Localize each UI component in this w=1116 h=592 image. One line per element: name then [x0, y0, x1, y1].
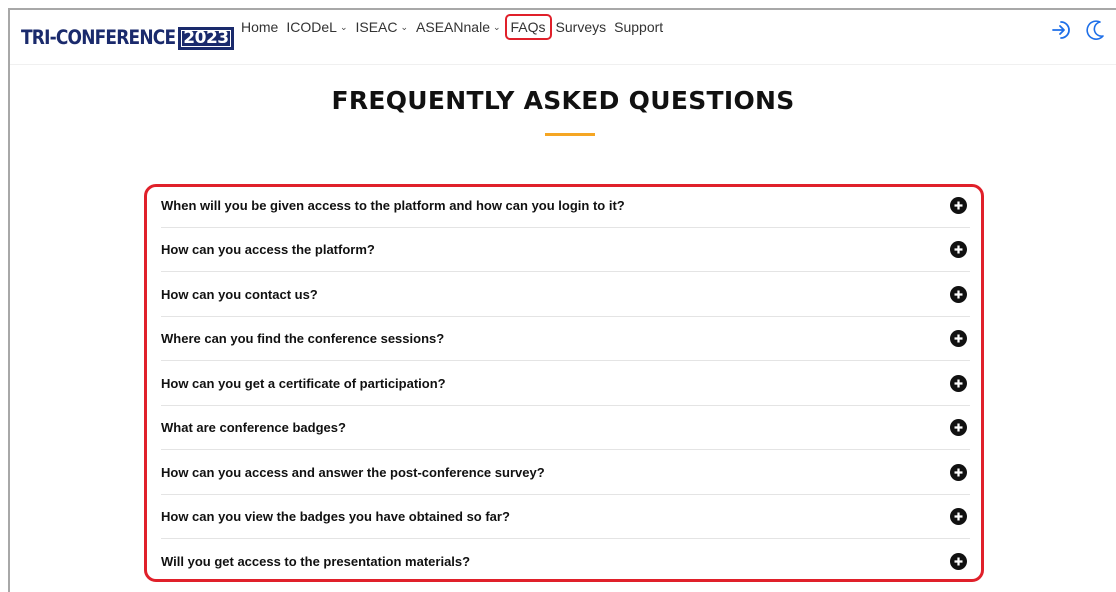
plus-circle-icon[interactable] [950, 196, 967, 214]
faq-item[interactable]: How can you access and answer the post-c… [161, 450, 970, 495]
nav-icodel-label: ICODeL [286, 19, 337, 35]
faq-item[interactable]: How can you view the badges you have obt… [161, 495, 970, 539]
chevron-down-icon: ⌄ [492, 21, 501, 32]
plus-circle-icon[interactable] [950, 553, 967, 571]
logo-name: TRI-CONFERENCE [21, 26, 176, 50]
faq-accordion: When will you be given access to the pla… [161, 183, 970, 584]
nav-faqs-label: FAQs [510, 19, 546, 35]
nav-surveys[interactable]: Surveys [556, 19, 607, 35]
moon-icon[interactable] [1086, 19, 1106, 41]
plus-circle-icon[interactable] [950, 463, 967, 481]
faq-item[interactable]: How can you access the platform? [161, 228, 970, 272]
faq-question: How can you contact us? [161, 286, 318, 302]
chevron-down-icon: ⌄ [400, 21, 409, 32]
faq-item[interactable]: Where can you find the conference sessio… [161, 317, 970, 361]
nav-aseannale-label: ASEANnale [416, 19, 490, 35]
faq-question: What are conference badges? [161, 420, 346, 436]
chevron-down-icon: ⌄ [339, 21, 348, 32]
faq-item[interactable]: Will you get access to the presentation … [161, 539, 970, 584]
page-title: FREQUENTLY ASKED QUESTIONS [331, 86, 795, 115]
main-menu: Home ICODeL ⌄ ISEAC ⌄ ASEANnale ⌄ FAQs S… [241, 14, 671, 40]
nav-icodel[interactable]: ICODeL ⌄ [286, 19, 347, 35]
faq-question: Where can you find the conference sessio… [161, 331, 445, 347]
nav-support-label: Support [614, 19, 664, 35]
faq-question: When will you be given access to the pla… [161, 197, 625, 213]
faq-item[interactable]: What are conference badges? [161, 406, 970, 450]
nav-support[interactable]: Support [614, 19, 663, 35]
plus-circle-icon[interactable] [950, 374, 967, 392]
faq-item[interactable]: When will you be given access to the pla… [161, 183, 970, 228]
nav-iseac[interactable]: ISEAC ⌄ [355, 19, 408, 35]
nav-iseac-label: ISEAC [355, 19, 398, 35]
faq-item[interactable]: How can you get a certificate of partici… [161, 361, 970, 406]
login-icon[interactable] [1050, 20, 1072, 40]
nav-home[interactable]: Home [241, 19, 278, 35]
plus-circle-icon[interactable] [950, 241, 967, 259]
nav-faqs[interactable]: FAQs [504, 14, 552, 40]
plus-circle-icon[interactable] [950, 330, 967, 348]
faq-question: How can you view the badges you have obt… [161, 509, 510, 525]
plus-circle-icon[interactable] [950, 508, 967, 526]
plus-circle-icon[interactable] [950, 419, 967, 437]
faq-item[interactable]: How can you contact us? [161, 272, 970, 317]
faq-question: How can you access the platform? [161, 242, 375, 258]
title-underline [545, 133, 595, 136]
nav-surveys-label: Surveys [555, 19, 607, 35]
logo-year: 2023 [178, 26, 234, 50]
plus-circle-icon[interactable] [950, 285, 967, 303]
faq-question: How can you get a certificate of partici… [161, 375, 446, 391]
nav-aseannale[interactable]: ASEANnale ⌄ [416, 19, 500, 35]
nav-home-label: Home [241, 19, 279, 35]
faq-question: How can you access and answer the post-c… [161, 464, 545, 480]
site-logo[interactable]: TRI-CONFERENCE 2023 [21, 26, 234, 50]
faq-question: Will you get access to the presentation … [161, 554, 471, 570]
